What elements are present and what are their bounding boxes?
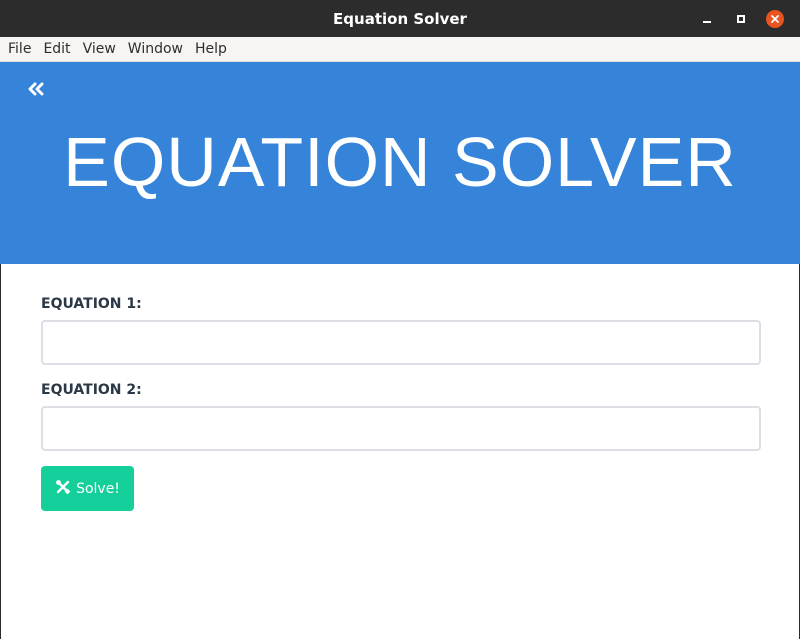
hero-banner: EQUATION SOLVER xyxy=(0,62,800,264)
close-icon xyxy=(766,9,784,28)
solve-button[interactable]: Solve! xyxy=(41,466,134,511)
window-titlebar: Equation Solver xyxy=(0,0,800,37)
menubar: File Edit View Window Help xyxy=(0,37,800,62)
minimize-icon xyxy=(703,20,711,23)
back-button[interactable] xyxy=(24,79,48,101)
window-controls xyxy=(690,0,792,37)
page-title: EQUATION SOLVER xyxy=(63,123,737,201)
equation1-input[interactable] xyxy=(41,320,761,365)
menu-edit[interactable]: Edit xyxy=(37,37,76,62)
menu-help[interactable]: Help xyxy=(189,37,233,62)
maximize-button[interactable] xyxy=(724,0,758,37)
solve-button-label: Solve! xyxy=(76,480,120,497)
window-border-left xyxy=(0,264,1,639)
window-title: Equation Solver xyxy=(333,9,467,28)
close-button[interactable] xyxy=(758,0,792,37)
minimize-button[interactable] xyxy=(690,0,724,37)
equation2-input[interactable] xyxy=(41,406,761,451)
equation2-label: EQUATION 2: xyxy=(41,382,142,398)
menu-file[interactable]: File xyxy=(2,37,37,62)
menu-window[interactable]: Window xyxy=(122,37,189,62)
equation1-label: EQUATION 1: xyxy=(41,296,142,312)
maximize-icon xyxy=(737,14,745,23)
double-chevron-left-icon xyxy=(27,81,45,100)
menu-view[interactable]: View xyxy=(77,37,122,62)
tools-icon xyxy=(55,479,71,499)
